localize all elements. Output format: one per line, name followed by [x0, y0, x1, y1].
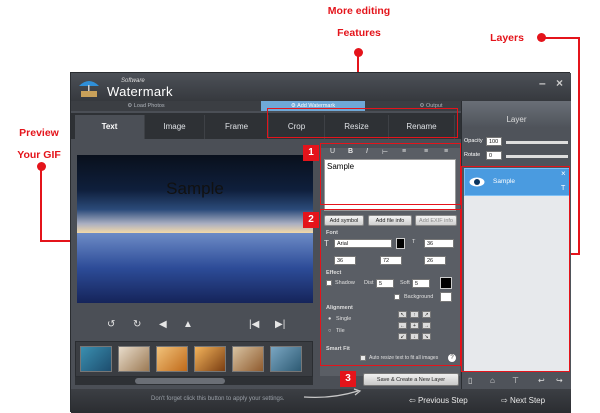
badge-3: 3 [340, 371, 356, 387]
previous-step-button[interactable]: ⇦ Previous Step [409, 393, 468, 409]
thumbnail[interactable] [80, 346, 112, 372]
thumbnail-strip [75, 341, 313, 377]
export-icon[interactable]: ↪ [556, 376, 563, 385]
arrow-left-icon: ⇦ [409, 396, 418, 405]
previous-step-label: Previous Step [417, 396, 468, 405]
rotate-left-icon[interactable]: ↺ [107, 319, 115, 330]
annotation-line-layers-h [541, 37, 579, 39]
flip-vertical-icon[interactable]: ▲ [183, 319, 193, 330]
tab-text[interactable]: Text [75, 115, 145, 139]
next-step-button[interactable]: ⇨ Next Step [501, 393, 545, 409]
title-bar: Software Watermark – × [71, 73, 571, 101]
save-create-layer-button[interactable]: Save & Create a New Layer [363, 373, 459, 386]
previous-image-icon[interactable]: |◀ [249, 319, 259, 330]
annotation-layers: Layers [490, 32, 524, 44]
next-step-label: Next Step [509, 396, 546, 405]
image-preview[interactable]: Sample [77, 155, 313, 303]
flip-horizontal-icon[interactable]: ◀ [159, 319, 167, 330]
annotation-preview-line1: Preview [19, 127, 59, 139]
new-layer-icon[interactable]: ▯ [468, 376, 472, 385]
opacity-slider[interactable] [506, 141, 568, 144]
tab-frame[interactable]: Frame [205, 115, 269, 139]
merge-icon[interactable]: ⊤ [512, 376, 519, 385]
annotation-more-editing-line2: Features [337, 27, 381, 39]
thumbnail[interactable] [270, 346, 302, 372]
rotate-label: Rotate [464, 152, 481, 158]
rotate-slider[interactable] [506, 155, 568, 158]
thumbnail-scrollbar[interactable] [75, 377, 313, 385]
annotation-line-layers-v [578, 37, 580, 255]
close-button[interactable]: × [556, 76, 563, 90]
thumbnail[interactable] [156, 346, 188, 372]
highlight-extra-tabs [267, 108, 458, 138]
preview-watermark-text[interactable]: Sample [77, 179, 313, 199]
arrow-right-icon: ⇨ [501, 396, 510, 405]
thumbnail[interactable] [194, 346, 226, 372]
badge-2: 2 [303, 212, 319, 228]
highlight-layer-list [461, 166, 570, 372]
tab-image[interactable]: Image [145, 115, 205, 139]
annotation-more-editing: More editing Features [313, 0, 405, 44]
scrollbar-thumb[interactable] [135, 378, 225, 384]
annotation-more-editing-line1: More editing [327, 5, 391, 17]
highlight-text-format [320, 143, 461, 205]
thumbnail[interactable] [232, 346, 264, 372]
layer-panel-title: Layer [461, 101, 571, 127]
apply-settings-hint: Don't forget click this button to apply … [151, 396, 285, 402]
step-load-photos[interactable]: ⚙ Load Photos [71, 101, 221, 111]
next-image-icon[interactable]: ▶| [275, 319, 285, 330]
preview-controls: ↺ ↻ ◀ ▲ |◀ ▶| [77, 317, 313, 337]
hint-arrow [303, 388, 362, 398]
opacity-label: Opacity [464, 138, 483, 144]
lock-icon[interactable]: ⌂ [490, 376, 495, 385]
annotation-preview: Preview Your GIF [8, 122, 70, 166]
preview-snow [77, 233, 313, 303]
minimize-button[interactable]: – [539, 76, 546, 90]
rotate-right-icon[interactable]: ↻ [133, 319, 141, 330]
thumbnail[interactable] [118, 346, 150, 372]
brand-title: Watermark [107, 84, 173, 99]
opacity-input[interactable]: 100 [486, 137, 502, 146]
annotation-line-preview-v [40, 166, 42, 242]
badge-1: 1 [303, 145, 319, 161]
highlight-text-settings [320, 209, 461, 366]
import-icon[interactable]: ↩ [538, 376, 545, 385]
app-logo-icon [79, 81, 99, 97]
tutorial-screenshot: More editing Features Layers Preview You… [0, 0, 600, 413]
rotate-input[interactable]: 0 [486, 151, 502, 160]
